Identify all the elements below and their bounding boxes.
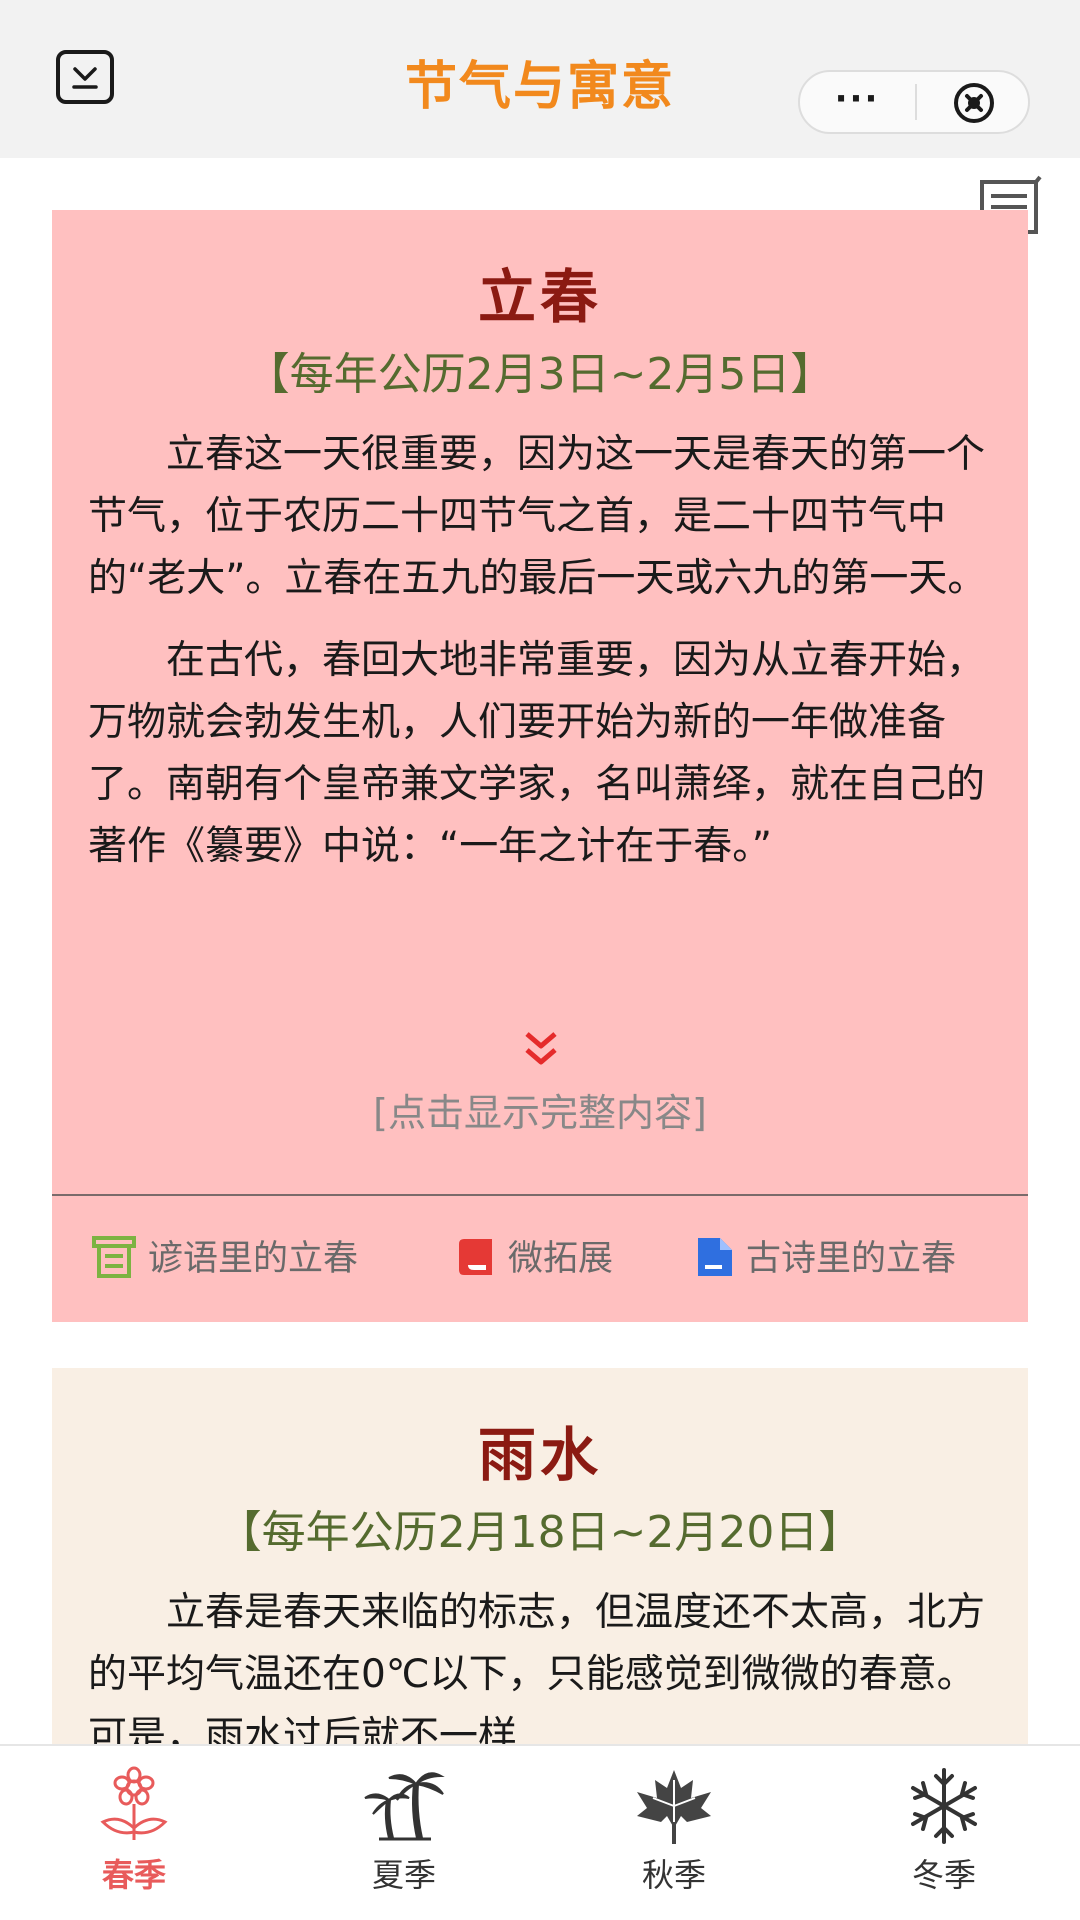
- card-paragraph: 在古代，春回大地非常重要，因为从立春开始，万物就会勃发生机，人们要开始为新的一年…: [88, 638, 986, 869]
- tab-winter[interactable]: 冬季: [844, 1766, 1044, 1906]
- tab-summer[interactable]: 夏季: [304, 1766, 504, 1906]
- palm-tree-icon: [364, 1772, 445, 1841]
- card-date: 【每年公历2月3日~2月5日】: [245, 349, 835, 400]
- link-label: 古诗里的立春: [746, 1239, 957, 1279]
- maple-leaf-icon: [637, 1770, 711, 1844]
- card-date: 【每年公历2月18日~2月20日】: [217, 1507, 863, 1558]
- link-poems[interactable]: 古诗里的立春: [694, 1234, 956, 1284]
- solar-term-card-lichun: 立春 【每年公历2月3日~2月5日】 立春这一天很重要，因为这一天是春天的第一个…: [52, 210, 1028, 1322]
- close-button[interactable]: [917, 72, 1030, 132]
- link-extension[interactable]: 微拓展: [456, 1234, 613, 1284]
- tab-spring[interactable]: 春季: [34, 1766, 234, 1906]
- bottom-tab-bar: 春季 夏季 秋季 冬季: [0, 1744, 1080, 1920]
- document-icon: [698, 1238, 732, 1276]
- book-icon: [459, 1239, 492, 1275]
- snowflake-icon: [911, 1768, 977, 1844]
- close-icon: [954, 83, 994, 123]
- card-paragraph: 立春这一天很重要，因为这一天是春天的第一个节气，位于农历二十四节气之首，是二十四…: [88, 432, 987, 601]
- tab-label: 秋季: [641, 1856, 706, 1894]
- link-label: 微拓展: [508, 1239, 614, 1279]
- double-chevron-down-icon[interactable]: [522, 1028, 560, 1072]
- flower-icon: [100, 1766, 168, 1840]
- solar-term-card-yushui: 雨水 【每年公历2月18日~2月20日】 立春是春天来临的标志，但温度还不太高，…: [52, 1368, 1028, 1808]
- tab-label: 春季: [101, 1856, 166, 1894]
- capsule-menu: ···: [798, 70, 1030, 134]
- card-paragraph: 立春是春天来临的标志，但温度还不太高，北方的平均气温还在0℃以下，只能感觉到微微…: [88, 1590, 986, 1759]
- tab-label: 冬季: [911, 1856, 976, 1894]
- link-label: 谚语里的立春: [148, 1239, 359, 1279]
- top-bar: 节气与寓意 ···: [0, 0, 1080, 158]
- scroll-icon: [92, 1236, 136, 1278]
- card-title: 立春: [477, 263, 602, 331]
- expand-content-link[interactable]: [点击显示完整内容]: [52, 1082, 1028, 1137]
- tab-autumn[interactable]: 秋季: [574, 1766, 774, 1906]
- card-title: 雨水: [477, 1421, 602, 1489]
- more-button[interactable]: ···: [800, 72, 914, 132]
- tab-label: 夏季: [371, 1856, 436, 1894]
- card-body: 立春这一天很重要，因为这一天是春天的第一个节气，位于农历二十四节气之首，是二十四…: [88, 424, 992, 898]
- card-links: 谚语里的立春 微拓展 古诗里的立春: [52, 1196, 1028, 1322]
- link-proverbs[interactable]: 谚语里的立春: [90, 1234, 358, 1284]
